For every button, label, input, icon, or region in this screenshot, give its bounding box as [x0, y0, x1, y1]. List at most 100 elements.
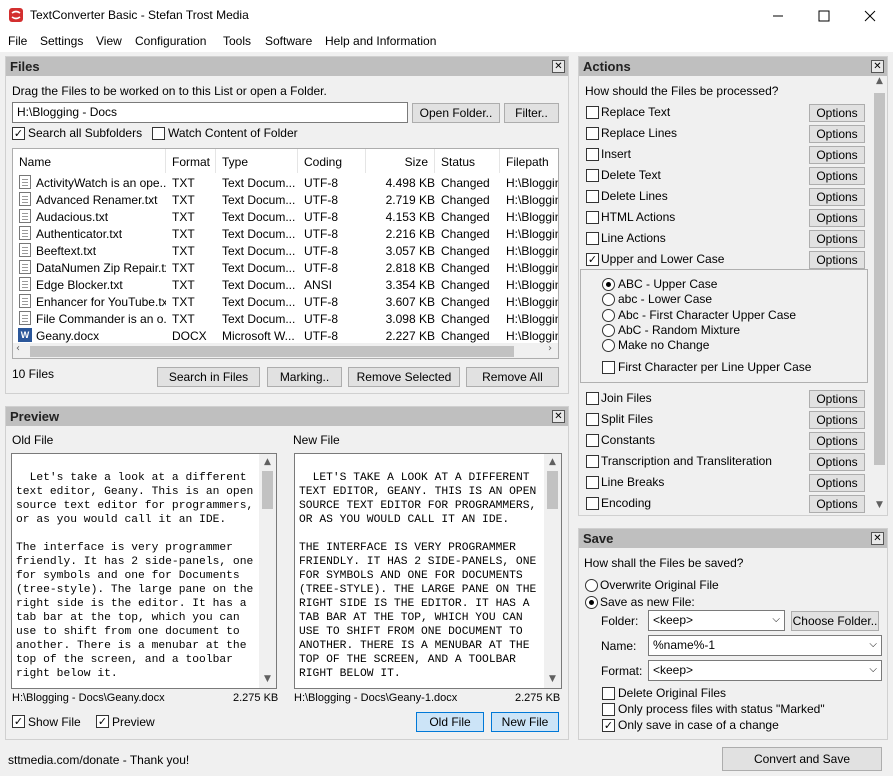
file-list-hscrollbar[interactable]: ‹ › — [13, 343, 558, 358]
action-options-button[interactable]: Options — [809, 230, 865, 248]
actions-vscrollbar[interactable]: ▲ ▼ — [872, 76, 887, 514]
action-checkbox[interactable] — [586, 434, 599, 447]
action-options-button[interactable]: Options — [809, 104, 865, 122]
new-file-button[interactable]: New File — [491, 712, 559, 732]
convert-and-save-button[interactable]: Convert and Save — [722, 747, 882, 771]
menu-configuration[interactable]: Configuration — [135, 34, 206, 48]
scroll-down-icon[interactable]: ▼ — [872, 500, 887, 510]
hscroll-thumb[interactable] — [30, 346, 514, 357]
column-header-format[interactable]: Format — [166, 149, 216, 173]
preview-panel-close-icon[interactable]: ✕ — [552, 410, 565, 423]
column-header-type[interactable]: Type — [216, 149, 298, 173]
name-select[interactable]: %name%-1 ⌵ — [648, 635, 882, 656]
remove-all-button[interactable]: Remove All — [466, 367, 559, 387]
filter-button[interactable]: Filter.. — [504, 103, 559, 123]
delete-original-checkbox[interactable] — [602, 687, 615, 700]
menu-settings[interactable]: Settings — [40, 34, 83, 48]
only-marked-checkbox[interactable] — [602, 703, 615, 716]
action-options-button[interactable]: Options — [809, 390, 865, 408]
show-file-checkbox[interactable]: ✓ — [12, 715, 25, 728]
action-checkbox[interactable] — [586, 455, 599, 468]
menu-file[interactable]: File — [8, 34, 27, 48]
action-checkbox[interactable] — [586, 190, 599, 203]
table-row[interactable]: Authenticator.txt TXT Text Docum... UTF-8 2.… — [13, 225, 558, 242]
menu-software[interactable]: Software — [265, 34, 312, 48]
scroll-down-icon[interactable]: ▼ — [544, 671, 561, 688]
table-row[interactable]: Advanced Renamer.txt TXT Text Docum... UTF-… — [13, 191, 558, 208]
vscroll-thumb[interactable] — [547, 471, 558, 509]
actions-panel-close-icon[interactable]: ✕ — [871, 60, 884, 73]
action-options-button[interactable]: Options — [809, 188, 865, 206]
watch-folder-checkbox[interactable] — [152, 127, 165, 140]
action-checkbox[interactable] — [586, 169, 599, 182]
folder-select[interactable]: <keep> ⌵ — [648, 610, 785, 631]
preview-checkbox[interactable]: ✓ — [96, 715, 109, 728]
case-option-radio[interactable] — [602, 323, 615, 337]
action-options-button[interactable]: Options — [809, 167, 865, 185]
old-file-textarea[interactable]: Let's take a look at a different text ed… — [11, 453, 277, 689]
column-header-size[interactable]: Size — [366, 149, 435, 173]
action-options-button[interactable]: Options — [809, 495, 865, 513]
action-options-button[interactable]: Options — [809, 411, 865, 429]
remove-selected-button[interactable]: Remove Selected — [348, 367, 460, 387]
scroll-down-icon[interactable]: ▼ — [259, 671, 276, 688]
table-row[interactable]: File Commander is an o... TXT Text Docum..… — [13, 310, 558, 327]
action-options-button[interactable]: Options — [809, 474, 865, 492]
scroll-up-icon[interactable]: ▲ — [872, 76, 887, 86]
table-row[interactable]: Enhancer for YouTube.txt TXT Text Docum...… — [13, 293, 558, 310]
marking-button[interactable]: Marking.. — [267, 367, 342, 387]
menu-view[interactable]: View — [96, 34, 122, 48]
vscroll-thumb[interactable] — [874, 93, 885, 465]
new-file-textarea[interactable]: LET'S TAKE A LOOK AT A DIFFERENT TEXT ED… — [294, 453, 562, 689]
table-row[interactable]: Beeftext.txt TXT Text Docum... UTF-8 3.057 K… — [13, 242, 558, 259]
save-panel-close-icon[interactable]: ✕ — [871, 532, 884, 545]
only-changed-checkbox[interactable]: ✓ — [602, 719, 615, 732]
menu-tools[interactable]: Tools — [223, 34, 251, 48]
action-checkbox[interactable] — [586, 392, 599, 405]
open-folder-button[interactable]: Open Folder.. — [412, 103, 500, 123]
new-file-vscrollbar[interactable]: ▲ ▼ — [544, 454, 561, 688]
first-char-upper-checkbox[interactable] — [602, 361, 615, 374]
action-options-button[interactable]: Options — [809, 432, 865, 450]
table-row[interactable]: DataNumen Zip Repair.txt TXT Text Docum...… — [13, 259, 558, 276]
action-checkbox[interactable] — [586, 476, 599, 489]
search-in-files-button[interactable]: Search in Files — [157, 367, 260, 387]
table-row[interactable]: Audacious.txt TXT Text Docum... UTF-8 4.153 … — [13, 208, 558, 225]
action-options-button[interactable]: Options — [809, 453, 865, 471]
action-checkbox[interactable] — [586, 148, 599, 161]
scroll-left-icon[interactable]: ‹ — [16, 343, 20, 354]
files-panel-close-icon[interactable]: ✕ — [552, 60, 565, 73]
minimize-button[interactable] — [755, 0, 801, 31]
action-checkbox[interactable] — [586, 127, 599, 140]
vscroll-thumb[interactable] — [262, 471, 273, 509]
action-options-button[interactable]: Options — [809, 125, 865, 143]
old-file-vscrollbar[interactable]: ▲ ▼ — [259, 454, 276, 688]
action-checkbox[interactable] — [586, 413, 599, 426]
column-header-status[interactable]: Status — [435, 149, 500, 173]
action-checkbox[interactable] — [586, 106, 599, 119]
action-checkbox[interactable] — [586, 211, 599, 224]
column-header-coding[interactable]: Coding — [298, 149, 366, 173]
close-window-button[interactable] — [847, 0, 893, 31]
table-row[interactable]: ActivityWatch is an ope... TXT Text Docum.… — [13, 174, 558, 191]
action-options-button[interactable]: Options — [809, 251, 865, 269]
overwrite-radio[interactable] — [585, 579, 598, 592]
action-checkbox[interactable] — [586, 232, 599, 245]
file-list[interactable]: Name Format Type Coding Size Status File… — [12, 148, 559, 359]
action-options-button[interactable]: Options — [809, 146, 865, 164]
column-header-filepath[interactable]: Filepath — [500, 149, 558, 173]
table-row[interactable]: W Geany.docx DOCX Microsoft W... UTF-8 2.227 … — [13, 327, 558, 344]
action-options-button[interactable]: Options — [809, 209, 865, 227]
action-checkbox[interactable] — [586, 497, 599, 510]
folder-path-input[interactable]: H:\Blogging - Docs — [12, 102, 408, 123]
save-new-radio[interactable] — [585, 596, 598, 609]
old-file-button[interactable]: Old File — [416, 712, 484, 732]
search-subfolders-checkbox[interactable]: ✓ — [12, 127, 25, 140]
case-option-radio[interactable] — [602, 308, 615, 322]
case-option-radio[interactable] — [602, 278, 615, 291]
scroll-up-icon[interactable]: ▲ — [259, 454, 276, 471]
format-select[interactable]: <keep> ⌵ — [648, 660, 882, 681]
action-checkbox[interactable]: ✓ — [586, 253, 599, 266]
scroll-up-icon[interactable]: ▲ — [544, 454, 561, 471]
scroll-right-icon[interactable]: › — [548, 343, 552, 354]
